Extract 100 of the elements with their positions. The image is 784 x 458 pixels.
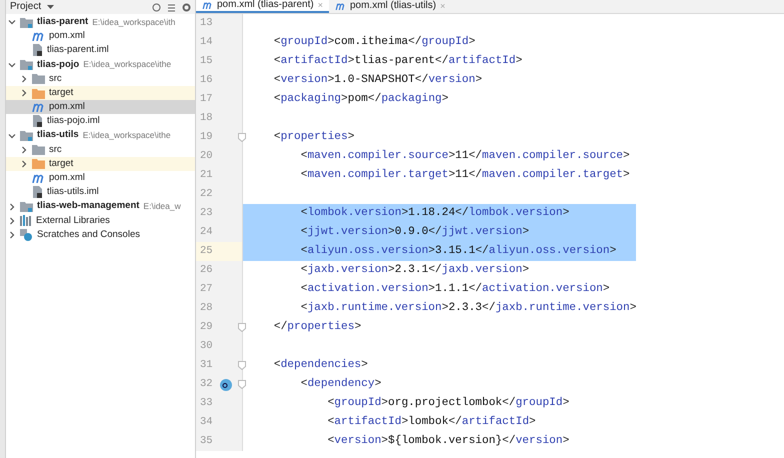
tree-row[interactable]: src <box>6 142 195 157</box>
module-folder-icon <box>20 59 33 70</box>
code-line: <jaxb.version>2.3.1</jaxb.version> <box>300 262 530 278</box>
code-line: <artifactId>lombok</artifactId> <box>326 414 536 430</box>
module-path: E:\idea_w <box>143 200 181 213</box>
line-number: 17 <box>199 92 214 107</box>
module-path: E:\idea_workspace\ithe <box>82 129 171 142</box>
tree-row[interactable]: tlias-pojo E:\idea_workspace\ithe <box>6 58 195 72</box>
code-line: <lombok.version>1.18.24</lombok.version> <box>300 206 570 222</box>
module-file-icon <box>32 186 43 198</box>
fold-marker-icon[interactable] <box>238 380 246 389</box>
tree-row[interactable]: External Libraries <box>6 214 195 228</box>
code-line: <dependency> <box>300 376 382 392</box>
tree-label: target <box>49 86 74 100</box>
module-path: E:\idea_workspace\ithe <box>83 58 172 72</box>
tree-row[interactable]: tlias-parent E:\idea_workspace\ith <box>6 15 195 30</box>
tree-row[interactable]: pom.xml <box>6 29 195 44</box>
module-folder-icon <box>20 201 33 212</box>
line-number: 32 <box>199 376 214 392</box>
code-line: <aliyun.oss.version>3.15.1</aliyun.oss.version> <box>300 244 616 260</box>
line-number: 13 <box>199 16 214 31</box>
maven-icon <box>202 2 213 8</box>
fold-marker-icon[interactable] <box>238 133 246 142</box>
line-number: 22 <box>199 186 214 202</box>
line-number: 29 <box>199 320 214 335</box>
line-number: 15 <box>199 54 214 69</box>
line-number: 28 <box>199 300 214 316</box>
tree-label: src <box>49 142 62 157</box>
tree-label: pom.xml <box>49 100 85 114</box>
tree-label: tlias-utils.iml <box>47 185 99 200</box>
fold-marker-icon[interactable] <box>238 361 246 370</box>
collapse-icon[interactable] <box>167 2 176 12</box>
target-icon[interactable] <box>152 2 161 12</box>
caret-icon[interactable] <box>47 4 54 10</box>
tree-label: tlias-pojo <box>37 58 80 72</box>
line-number: 25 <box>199 244 214 259</box>
line-number: 26 <box>199 262 214 278</box>
maven-icon <box>32 172 45 184</box>
tree-label: tlias-pojo.iml <box>47 114 100 128</box>
tree-label: pom.xml <box>49 29 85 44</box>
code-line: </properties> <box>272 320 362 336</box>
editor-tab[interactable]: pom.xml (tlias-utils) × <box>328 0 452 13</box>
line-number: 16 <box>199 72 214 88</box>
line-number: 19 <box>199 130 214 145</box>
line-number: 20 <box>199 148 214 164</box>
tree-row[interactable]: pom.xml <box>6 100 195 114</box>
line-number: 23 <box>199 206 214 221</box>
tree-row[interactable]: tlias-parent.iml <box>6 43 195 58</box>
module-file-icon <box>32 44 43 56</box>
settings-icon[interactable] <box>182 2 191 12</box>
scratches-icon <box>20 228 33 241</box>
tree-row[interactable]: target <box>6 86 195 100</box>
chevron-down-icon[interactable] <box>8 132 16 140</box>
code-line: <version>1.0-SNAPSHOT</version> <box>272 72 482 88</box>
tree-label: tlias-utils <box>37 128 79 142</box>
chevron-down-icon[interactable] <box>8 60 16 69</box>
module-folder-icon <box>20 130 33 142</box>
tree-label: src <box>49 72 62 86</box>
tree-row[interactable]: src <box>6 72 195 86</box>
code-line: <jaxb.runtime.version>2.3.3</jaxb.runtime.version> <box>300 300 636 316</box>
tree-row[interactable]: pom.xml <box>6 171 195 186</box>
line-number: 33 <box>199 396 214 411</box>
tree-label: tlias-parent <box>37 14 88 29</box>
tree-row[interactable]: target <box>6 156 195 172</box>
maven-icon <box>334 2 346 10</box>
code-line: <dependencies> <box>272 358 368 374</box>
code-line: <activation.version>1.1.1</activation.version> <box>300 282 610 298</box>
tree-label: Scratches and Consoles <box>37 228 140 242</box>
tree-row[interactable]: tlias-utils E:\idea_workspace\ithe <box>6 128 195 143</box>
chevron-down-icon[interactable] <box>8 18 16 26</box>
tree-label: tlias-parent.iml <box>47 43 109 58</box>
editor-tab[interactable]: pom.xml (tlias-parent) × <box>196 0 329 13</box>
line-number: 18 <box>199 110 214 126</box>
line-number: 21 <box>199 168 214 183</box>
line-number: 14 <box>199 34 214 50</box>
tree-row[interactable]: tlias-pojo.iml <box>6 114 195 128</box>
panel-title[interactable]: Project <box>10 2 42 12</box>
folder-icon <box>32 158 45 170</box>
fold-marker-icon[interactable] <box>238 323 246 332</box>
code-line: <groupId>com.itheima</groupId> <box>272 34 476 50</box>
code-line: <jjwt.version>0.9.0</jjwt.version> <box>300 224 530 240</box>
library-icon <box>20 215 32 226</box>
tree-row[interactable]: Scratches and Consoles <box>6 228 195 242</box>
tree-label: External Libraries <box>36 214 110 228</box>
module-folder-icon <box>20 16 33 28</box>
line-number: 34 <box>199 414 214 430</box>
tree-row[interactable]: tlias-utils.iml <box>6 185 195 200</box>
line-number: 27 <box>199 282 214 297</box>
module-path: E:\idea_workspace\ith <box>92 16 176 28</box>
tab-label: pom.xml (tlias-parent) <box>217 0 314 10</box>
line-number: 31 <box>199 358 214 373</box>
maven-icon <box>32 102 45 113</box>
tree-row[interactable]: tlias-web-management E:\idea_w <box>6 199 195 214</box>
code-line: <version>${lombok.version}</version> <box>326 434 570 450</box>
tab-label: pom.xml (tlias-utils) <box>350 1 436 11</box>
code-line: <artifactId>tlias-parent</artifactId> <box>272 54 522 70</box>
code-line: <maven.compiler.source>11</maven.compiler.source> <box>300 148 630 164</box>
override-marker-icon[interactable] <box>220 378 232 390</box>
code-line: <groupId>org.projectlombok</groupId> <box>326 396 570 412</box>
code-line: <maven.compiler.target>11</maven.compiler.target> <box>300 168 630 184</box>
